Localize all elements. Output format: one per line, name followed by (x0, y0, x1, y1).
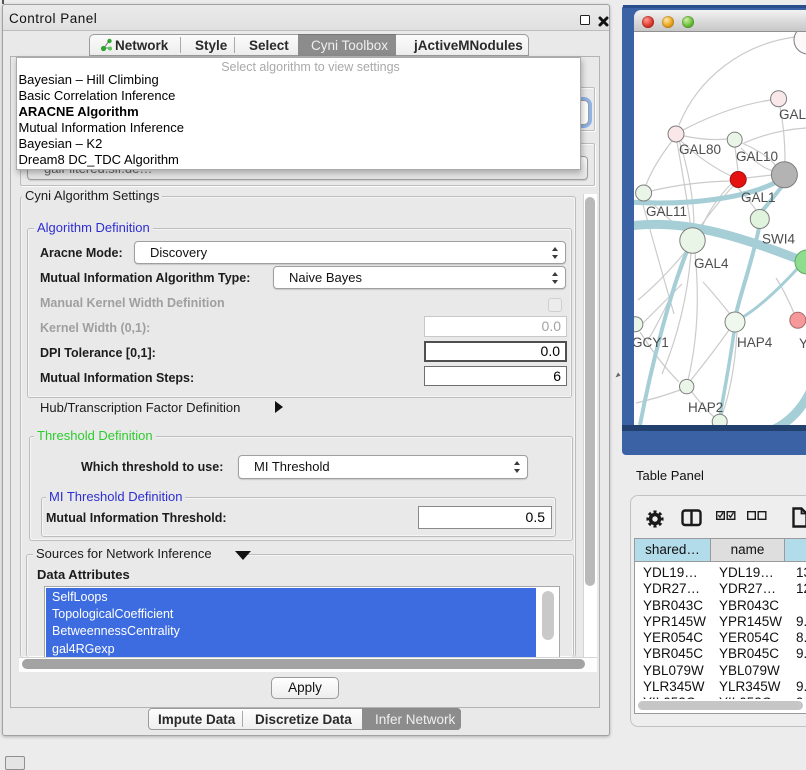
svg-text:GCY1: GCY1 (634, 335, 669, 350)
svg-text:GAL80: GAL80 (679, 142, 721, 157)
svg-text:GAL7: GAL7 (779, 107, 806, 122)
svg-text:SWI4: SWI4 (762, 232, 795, 247)
svg-text:HAP2: HAP2 (688, 400, 723, 415)
svg-text:GAL11: GAL11 (646, 204, 687, 219)
svg-text:HAP4: HAP4 (737, 335, 773, 350)
svg-text:Y: Y (799, 336, 806, 351)
svg-text:GAL10: GAL10 (736, 149, 778, 164)
svg-text:GAL4: GAL4 (694, 256, 729, 271)
svg-text:GAL1: GAL1 (741, 190, 776, 205)
